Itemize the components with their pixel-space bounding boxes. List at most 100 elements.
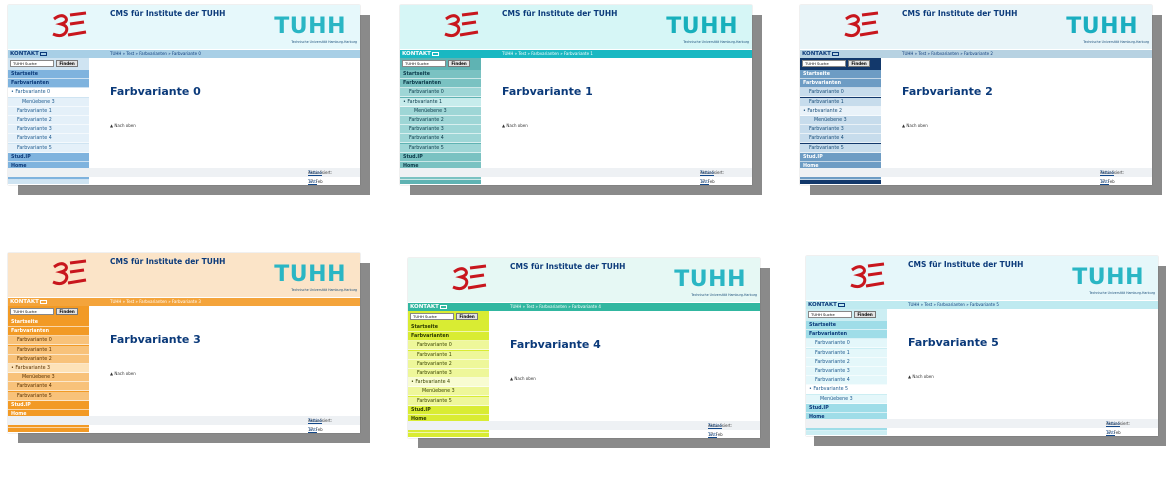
find-button[interactable]: Finden — [848, 60, 870, 67]
kontakt-link[interactable]: KONTAKT — [402, 50, 431, 58]
nav-item[interactable]: Farbvariante 3 — [400, 125, 481, 135]
nav-item[interactable]: Farbvariante 2 — [8, 116, 89, 125]
breadcrumb[interactable]: TUHH » Test » Farbvarianten » Farbvarian… — [502, 50, 593, 58]
mail-icon[interactable] — [40, 51, 47, 56]
kontakt-link[interactable]: KONTAKT — [10, 50, 39, 58]
author-link[interactable]: Testino Testi — [308, 416, 322, 433]
nav-item[interactable]: Farbvariante 5 — [800, 143, 881, 153]
back-to-top-link[interactable]: ▲ Nach oben — [510, 376, 536, 381]
back-to-top-link[interactable]: ▲ Nach oben — [908, 374, 934, 379]
nav-item[interactable]: Farbvarianten — [400, 79, 481, 89]
mail-icon[interactable] — [838, 302, 845, 307]
search-input[interactable]: TUHH Suche — [808, 311, 852, 318]
breadcrumb[interactable]: TUHH » Test » Farbvarianten » Farbvarian… — [908, 301, 999, 309]
kontakt-link[interactable]: KONTAKT — [802, 50, 831, 58]
nav-item[interactable]: Startseite — [8, 318, 89, 327]
nav-item[interactable]: Farbvariante 5 — [8, 143, 89, 153]
search-input[interactable]: TUHH Suche — [802, 60, 846, 67]
nav-item[interactable]: Farbvariante 5 — [8, 391, 89, 401]
nav-item[interactable]: • Farbvariante 0 — [8, 88, 89, 98]
nav-item[interactable]: Farbvarianten — [806, 330, 887, 340]
nav-item[interactable]: Farbvariante 0 — [408, 341, 489, 351]
find-button[interactable]: Finden — [56, 308, 78, 315]
nav-item[interactable]: Farbvariante 0 — [400, 88, 481, 98]
nav-item[interactable]: Farbvariante 0 — [800, 88, 881, 98]
nav-item[interactable]: Farbvariante 2 — [8, 354, 89, 364]
mail-icon[interactable] — [40, 299, 47, 304]
nav-item[interactable]: Farbvariante 1 — [8, 106, 89, 116]
find-button[interactable]: Finden — [448, 60, 470, 67]
nav-item[interactable]: Startseite — [8, 70, 89, 79]
nav-item[interactable]: Farbvariante 1 — [8, 345, 89, 355]
author-link[interactable]: Testino Testi — [308, 168, 322, 185]
back-to-top-link[interactable]: ▲ Nach oben — [110, 371, 136, 376]
nav-item[interactable]: • Farbvariante 1 — [400, 97, 481, 107]
author-link[interactable]: Testino Testi — [1106, 419, 1120, 436]
nav-item[interactable]: Farbvariante 5 — [400, 143, 481, 153]
back-to-top-link[interactable]: ▲ Nach oben — [110, 123, 136, 128]
search-input[interactable]: TUHH Suche — [402, 60, 446, 67]
nav-item[interactable]: Menüebene 3 — [8, 97, 89, 107]
kontakt-link[interactable]: KONTAKT — [808, 301, 837, 309]
nav-item[interactable]: Farbvariante 5 — [408, 396, 489, 406]
nav-item[interactable]: Farbvariante 2 — [806, 357, 887, 367]
nav-item[interactable]: Farbvariante 4 — [806, 376, 887, 386]
nav-item[interactable]: Farbvariante 3 — [408, 369, 489, 378]
nav-item[interactable]: Farbvariante 1 — [800, 97, 881, 107]
nav-item[interactable]: Farbvariante 4 — [8, 134, 89, 144]
nav-item[interactable]: Farbvariante 3 — [8, 125, 89, 135]
nav-item[interactable]: Stud.IP — [408, 405, 489, 415]
breadcrumb[interactable]: TUHH » Test » Farbvarianten » Farbvarian… — [110, 50, 201, 58]
breadcrumb[interactable]: TUHH » Test » Farbvarianten » Farbvarian… — [902, 50, 993, 58]
author-link[interactable]: Testino Testi — [1100, 168, 1114, 185]
nav-item[interactable]: • Farbvariante 5 — [806, 385, 887, 395]
author-link[interactable]: Testino Testi — [700, 168, 714, 185]
back-to-top-link[interactable]: ▲ Nach oben — [502, 123, 528, 128]
nav-item[interactable]: Farbvariante 1 — [806, 348, 887, 358]
nav-item[interactable]: Menüebene 3 — [400, 106, 481, 116]
nav-item[interactable]: Farbvariante 4 — [8, 382, 89, 392]
find-button[interactable]: Finden — [456, 313, 478, 320]
nav-item[interactable]: Farbvariante 0 — [8, 336, 89, 346]
nav-item[interactable]: • Farbvariante 2 — [800, 106, 881, 116]
nav-item[interactable]: Menüebene 3 — [800, 116, 881, 125]
mail-icon[interactable] — [432, 51, 439, 56]
mail-icon[interactable] — [440, 304, 447, 309]
nav-item[interactable]: Startseite — [806, 321, 887, 330]
nav-item[interactable]: • Farbvariante 4 — [408, 378, 489, 388]
nav-item[interactable]: Menüebene 3 — [8, 373, 89, 383]
nav-item[interactable]: Startseite — [400, 70, 481, 79]
nav-item[interactable]: Farbvariante 1 — [408, 350, 489, 360]
nav-item[interactable]: Stud.IP — [400, 152, 481, 162]
nav-item[interactable]: Farbvariante 3 — [800, 125, 881, 135]
nav-item[interactable]: Farbvarianten — [408, 332, 489, 342]
nav-item[interactable]: Stud.IP — [800, 152, 881, 162]
find-button[interactable]: Finden — [56, 60, 78, 67]
nav-item[interactable]: Farbvarianten — [800, 79, 881, 89]
nav-item[interactable]: • Farbvariante 3 — [8, 364, 89, 373]
nav-item[interactable]: Farbvarianten — [8, 327, 89, 337]
breadcrumb[interactable]: TUHH » Test » Farbvarianten » Farbvarian… — [510, 303, 601, 311]
breadcrumb[interactable]: TUHH » Test » Farbvarianten » Farbvarian… — [110, 298, 201, 306]
mail-icon[interactable] — [832, 51, 839, 56]
nav-item[interactable]: Farbvarianten — [8, 79, 89, 89]
nav-item[interactable]: Startseite — [408, 323, 489, 332]
nav-item[interactable]: Farbvariante 2 — [408, 359, 489, 369]
kontakt-link[interactable]: KONTAKT — [10, 298, 39, 306]
find-button[interactable]: Finden — [854, 311, 876, 318]
nav-item[interactable]: Farbvariante 4 — [800, 134, 881, 144]
nav-item[interactable]: Menüebene 3 — [408, 387, 489, 397]
nav-item[interactable]: Farbvariante 4 — [400, 134, 481, 144]
nav-item[interactable]: Farbvariante 2 — [400, 116, 481, 125]
author-link[interactable]: Testino Testi — [708, 421, 722, 438]
search-input[interactable]: TUHH Suche — [10, 60, 54, 67]
back-to-top-link[interactable]: ▲ Nach oben — [902, 123, 928, 128]
search-input[interactable]: TUHH Suche — [410, 313, 454, 320]
nav-item[interactable]: Menüebene 3 — [806, 394, 887, 404]
nav-item[interactable]: Stud.IP — [8, 152, 89, 162]
search-input[interactable]: TUHH Suche — [10, 308, 54, 315]
nav-item[interactable]: Stud.IP — [8, 400, 89, 410]
nav-item[interactable]: Startseite — [800, 70, 881, 79]
nav-item[interactable]: Farbvariante 0 — [806, 339, 887, 349]
kontakt-link[interactable]: KONTAKT — [410, 303, 439, 311]
